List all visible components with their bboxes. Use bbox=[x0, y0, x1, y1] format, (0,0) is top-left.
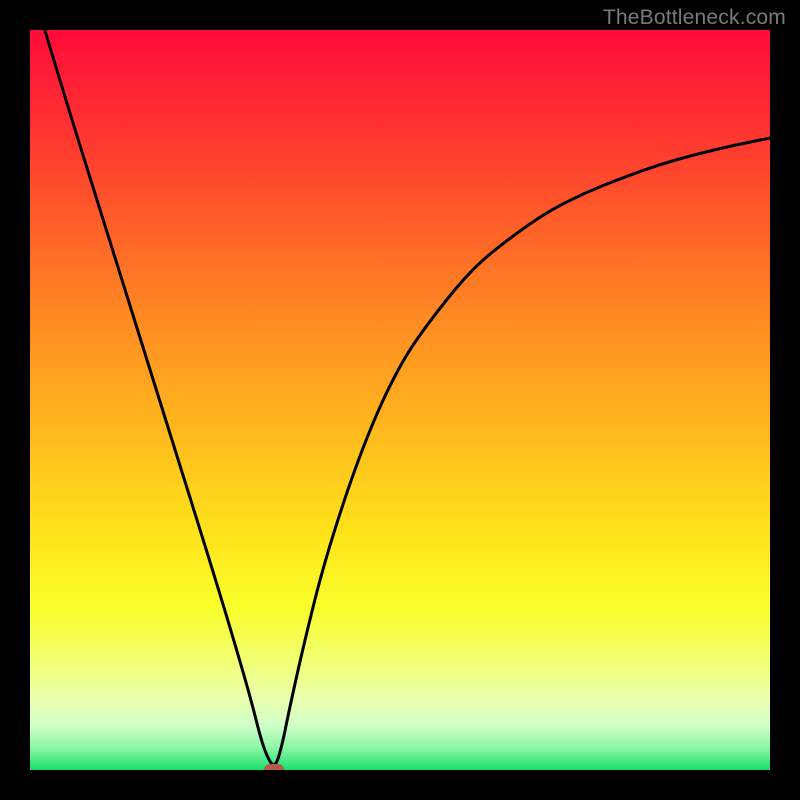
bottleneck-curve bbox=[30, 30, 770, 770]
plot-area bbox=[30, 30, 770, 770]
chart-frame: TheBottleneck.com bbox=[0, 0, 800, 800]
watermark-text: TheBottleneck.com bbox=[603, 6, 786, 30]
minimum-marker bbox=[264, 764, 284, 770]
